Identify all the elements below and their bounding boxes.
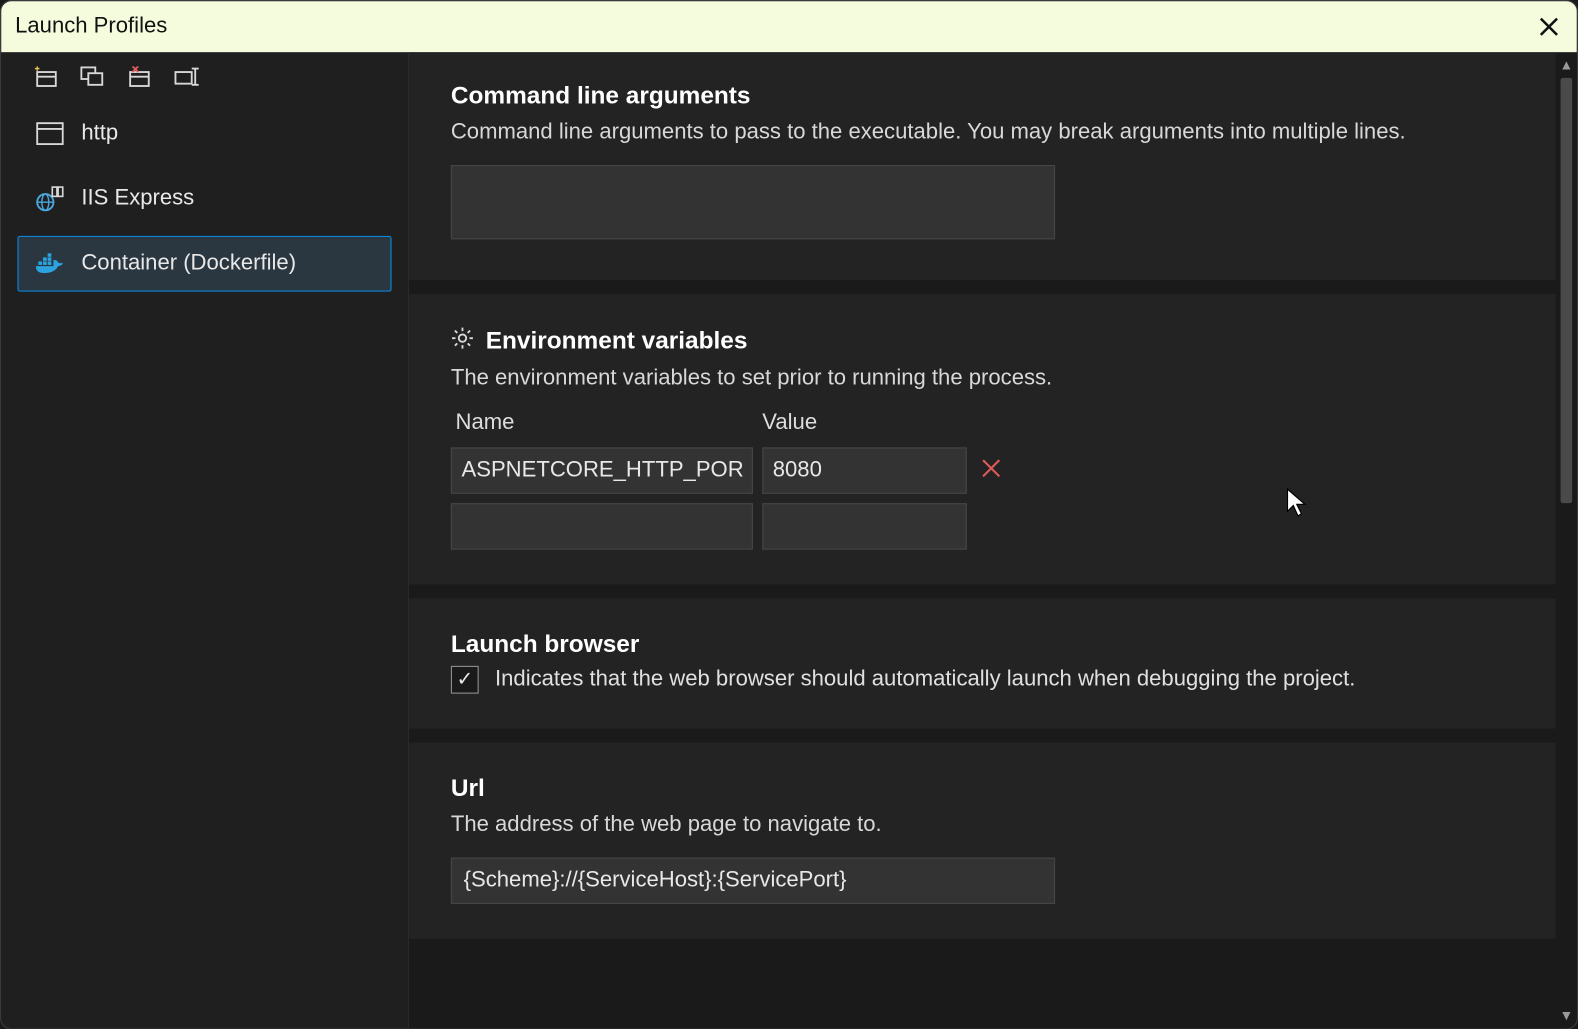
vertical-scrollbar[interactable]: ▲ ▼	[1556, 52, 1577, 1028]
launch-browser-checkbox[interactable]: ✓	[451, 666, 479, 694]
scroll-up-icon[interactable]: ▲	[1559, 57, 1573, 73]
cli-desc: Command line arguments to pass to the ex…	[451, 117, 1514, 148]
env-value-input[interactable]	[762, 503, 967, 549]
duplicate-profile-button[interactable]	[80, 66, 106, 87]
new-profile-button[interactable]	[34, 66, 60, 87]
profile-item-label: IIS Express	[81, 186, 194, 212]
section-env: Environment variables The environment va…	[409, 294, 1556, 585]
sidebar-toolbar	[1, 52, 408, 98]
globe-icon	[35, 186, 65, 212]
section-launch-browser: Launch browser ✓ Indicates that the web …	[409, 599, 1556, 729]
docker-icon	[35, 251, 65, 277]
env-header: Name Value	[451, 410, 1514, 438]
profile-item-label: Container (Dockerfile)	[81, 251, 296, 277]
env-desc: The environment variables to set prior t…	[451, 363, 1514, 394]
profile-item-container[interactable]: Container (Dockerfile)	[17, 236, 391, 292]
env-delete-button[interactable]	[976, 456, 1006, 486]
env-name-input[interactable]	[451, 448, 753, 494]
profile-list: http IIS Express Container (Dockerfile)	[1, 99, 408, 292]
url-title: Url	[451, 775, 1514, 803]
scrollbar-track[interactable]	[1558, 78, 1574, 1003]
launch-profiles-dialog: Launch Profiles	[0, 0, 1578, 1029]
section-url: Url The address of the web page to navig…	[409, 743, 1556, 939]
env-value-input[interactable]	[762, 448, 967, 494]
delete-profile-button[interactable]	[127, 66, 153, 87]
gear-icon	[451, 326, 474, 356]
env-row	[451, 503, 1514, 549]
scrollbar-thumb[interactable]	[1561, 78, 1573, 503]
profile-item-label: http	[81, 121, 118, 147]
profile-item-http[interactable]: http	[17, 106, 391, 162]
window-title: Launch Profiles	[15, 14, 167, 40]
cli-title: Command line arguments	[451, 83, 1514, 111]
env-title: Environment variables	[486, 327, 748, 355]
sidebar: http IIS Express Container (Dockerfile)	[1, 52, 409, 1028]
env-table: Name Value	[451, 410, 1514, 549]
profile-item-iis[interactable]: IIS Express	[17, 171, 391, 227]
url-input[interactable]	[451, 857, 1055, 903]
url-desc: The address of the web page to navigate …	[451, 810, 1514, 841]
env-header-value: Value	[762, 410, 967, 436]
scroll-down-icon[interactable]: ▼	[1559, 1007, 1573, 1023]
content-panel: Command line arguments Command line argu…	[409, 52, 1556, 1028]
titlebar: Launch Profiles	[1, 1, 1577, 52]
env-row	[451, 448, 1514, 494]
section-cli: Command line arguments Command line argu…	[409, 52, 1556, 279]
cli-args-input[interactable]	[451, 165, 1055, 239]
launch-desc: Indicates that the web browser should au…	[495, 667, 1355, 693]
close-button[interactable]	[1533, 10, 1566, 43]
rename-profile-button[interactable]	[173, 66, 199, 87]
launch-title: Launch browser	[451, 631, 1514, 659]
env-header-name: Name	[451, 410, 753, 436]
browser-icon	[35, 121, 65, 147]
env-name-input[interactable]	[451, 503, 753, 549]
